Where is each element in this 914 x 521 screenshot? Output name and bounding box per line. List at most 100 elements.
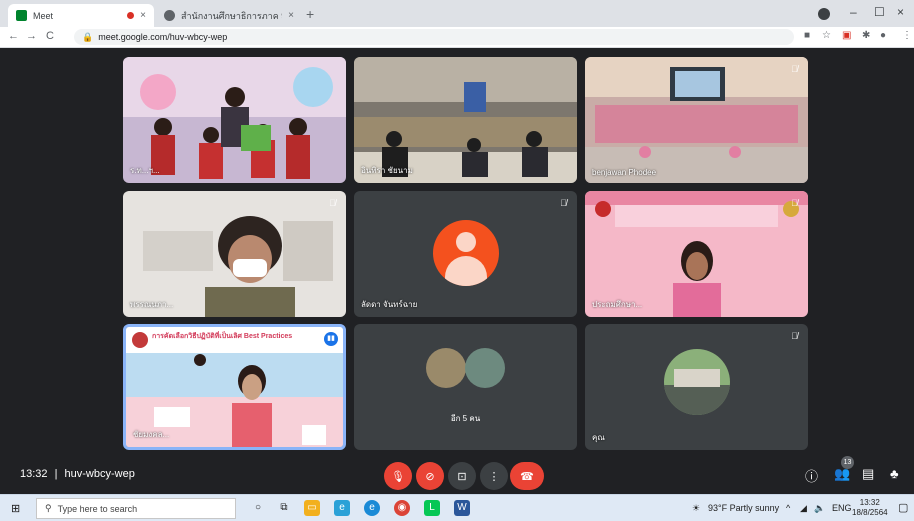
participant-name: ประถมศึกษา...	[592, 300, 643, 309]
mic-off-icon: 🎙	[391, 470, 405, 483]
participant-name: คุณ	[592, 433, 605, 442]
word-icon[interactable]: W	[454, 500, 470, 516]
volume-icon[interactable]: 🔈	[814, 503, 825, 514]
tab-meet[interactable]: Meet ×	[8, 4, 154, 27]
microphone-toggle-button[interactable]: 🎙	[384, 462, 412, 490]
close-tab-icon[interactable]: ×	[288, 10, 294, 21]
muted-mic-icon: 🎙̸	[329, 198, 336, 208]
chevron-up-icon[interactable]: ^	[786, 503, 790, 513]
recording-indicator-icon	[127, 12, 135, 19]
participant-name: พรรณนภา...	[130, 300, 174, 309]
network-icon[interactable]: ◢	[800, 503, 807, 514]
menu-kebab-icon[interactable]: ⋮	[902, 30, 912, 41]
muted-mic-icon: 🎙̸	[791, 331, 798, 341]
language-indicator[interactable]: ENG	[832, 503, 852, 513]
new-tab-button[interactable]: +	[306, 6, 314, 22]
tab-office[interactable]: สำนักงานศึกษาธิการภาค 9 ×	[156, 4, 302, 27]
participant-tile[interactable]: ร.ท...ฯ...	[123, 57, 346, 183]
participant-tile[interactable]: อินทิรา ชัยนาม	[354, 57, 577, 183]
clock-date: 18/8/2564	[852, 508, 888, 517]
participant-name: benjawan Phodee	[592, 168, 657, 177]
leave-call-button[interactable]: ☎	[510, 462, 544, 490]
camera-indicator-icon[interactable]: ■	[804, 30, 810, 41]
tab-title: Meet	[33, 10, 54, 21]
meeting-code: huv-wbcy-wep	[64, 468, 135, 480]
participant-tile-speaking[interactable]: การคัดเลือกวิธีปฏิบัติที่เป็นเลิศ Best P…	[123, 324, 346, 450]
browser-tab-strip: Meet × สำนักงานศึกษาธิการภาค 9 × + – ☐ ×	[0, 0, 914, 27]
maximize-button[interactable]: ☐	[874, 5, 885, 19]
weather-text[interactable]: 93°F Partly sunny	[708, 503, 779, 513]
muted-mic-icon: 🎙̸	[791, 198, 798, 208]
search-placeholder: Type here to search	[57, 503, 138, 514]
avatar	[433, 220, 499, 286]
minimize-button[interactable]: –	[850, 5, 857, 19]
avatar	[664, 349, 730, 415]
participant-video	[585, 57, 808, 183]
extensions-puzzle-icon[interactable]: ✱	[862, 30, 870, 41]
bookmark-star-icon[interactable]: ☆	[822, 30, 831, 41]
clock-time: 13:32	[859, 498, 880, 507]
url-text: meet.google.com/huv-wbcy-wep	[98, 32, 228, 42]
participant-name: ลัดดา จันทร์ฉาย	[361, 300, 418, 309]
more-vert-icon: ⋮	[488, 470, 500, 483]
participant-tile[interactable]: 🎙̸ benjawan Phodee	[585, 57, 808, 183]
cortana-icon[interactable]: ○	[250, 500, 266, 516]
notification-icon[interactable]: ▢	[898, 501, 908, 514]
task-view-icon[interactable]: ⧉	[276, 500, 292, 516]
windows-start-icon[interactable]: ⊞	[11, 502, 20, 515]
person-icon	[456, 232, 476, 252]
chrome-icon[interactable]: ◉	[394, 500, 410, 516]
tab-title: สำนักงานศึกษาธิการภาค 9	[181, 10, 283, 21]
edge-icon[interactable]: e	[364, 500, 380, 516]
line-app-icon[interactable]: L	[424, 500, 440, 516]
profile-icon[interactable]	[818, 8, 830, 20]
extension-icon[interactable]: ▣	[842, 30, 851, 41]
self-view-tile[interactable]: 🎙̸ คุณ	[585, 324, 808, 450]
taskbar-search-box[interactable]: ⚲ Type here to search	[36, 498, 236, 519]
forward-arrow-icon[interactable]: →	[26, 30, 37, 42]
file-explorer-icon[interactable]: ▭	[304, 500, 320, 516]
address-bar[interactable]: 🔒 meet.google.com/huv-wbcy-wep	[74, 29, 794, 45]
avatar[interactable]: ●	[880, 30, 886, 41]
avatar	[465, 348, 505, 388]
close-window-button[interactable]: ×	[897, 5, 904, 19]
back-arrow-icon[interactable]: ←	[8, 30, 19, 42]
slide-headline: การคัดเลือกวิธีปฏิบัติที่เป็นเลิศ Best P…	[152, 333, 293, 340]
present-now-button[interactable]: ⊡	[448, 462, 476, 490]
participant-tile[interactable]: 🎙̸ พรรณนภา...	[123, 191, 346, 317]
muted-mic-icon: 🎙̸	[560, 198, 567, 208]
system-clock[interactable]: 13:32 18/8/2564	[852, 498, 888, 518]
meet-stage: ร.ท...ฯ... อินทิรา ชัยนาม 🎙̸ benjawan Ph…	[0, 48, 914, 494]
participant-name: อินทิรา ชัยนาม	[361, 166, 413, 175]
windows-taskbar: ⊞ ⚲ Type here to search ○ ⧉ ▭ e e ◉ L W …	[0, 494, 914, 521]
more-options-button[interactable]: ⋮	[480, 462, 508, 490]
overflow-participants-tile[interactable]: อีก 5 คน	[354, 324, 577, 450]
muted-mic-icon: 🎙̸	[791, 64, 798, 74]
avatar	[426, 348, 466, 388]
lock-icon: 🔒	[82, 31, 94, 42]
meeting-time: 13:32	[20, 468, 48, 480]
meeting-details-info-icon[interactable]: ⓘ	[805, 466, 818, 485]
speaking-indicator-icon: ▮▮	[324, 332, 338, 346]
search-icon: ⚲	[45, 503, 52, 513]
edge-legacy-icon[interactable]: e	[334, 500, 350, 516]
participant-name: ร.ท...ฯ...	[130, 166, 160, 175]
meet-favicon-icon	[16, 10, 27, 21]
camera-toggle-button[interactable]: ⊘	[416, 462, 444, 490]
present-icon: ⊡	[457, 470, 467, 483]
reload-icon[interactable]: C	[46, 30, 54, 42]
participant-tile[interactable]: 🎙̸ ลัดดา จันทร์ฉาย	[354, 191, 577, 317]
participant-name: ชัยมงคล...	[133, 430, 170, 439]
chat-icon[interactable]: ▤	[862, 466, 874, 482]
overflow-count: อีก 5 คน	[450, 414, 481, 423]
meeting-details: 13:32 | huv-wbcy-wep	[20, 468, 135, 480]
weather-icon[interactable]: ☀	[692, 503, 700, 514]
participant-tile[interactable]: 🎙̸ ประถมศึกษา...	[585, 191, 808, 317]
hang-up-icon: ☎	[520, 470, 534, 483]
browser-toolbar: ← → C 🔒 meet.google.com/huv-wbcy-wep ■ ☆…	[0, 27, 914, 48]
camera-off-icon: ⊘	[425, 470, 435, 483]
activities-icon[interactable]: ♣	[890, 466, 899, 481]
globe-icon	[164, 10, 175, 21]
close-tab-icon[interactable]: ×	[140, 10, 146, 21]
separator: |	[54, 468, 58, 480]
